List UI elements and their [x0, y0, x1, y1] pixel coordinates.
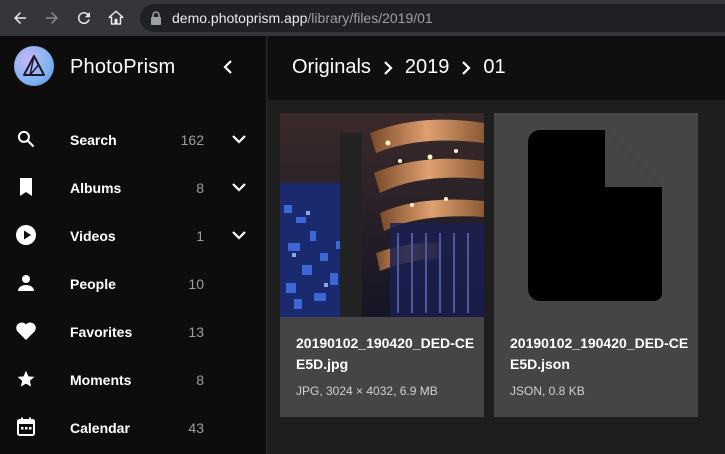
chevron-right-icon [383, 60, 393, 75]
file-meta: JPG, 3024 × 4032, 6.9 MB [296, 384, 438, 398]
breadcrumb-item-originals[interactable]: Originals [292, 56, 371, 79]
sidebar-item-label: Search [70, 132, 117, 148]
breadcrumb: Originals 2019 01 [292, 56, 506, 79]
url-text: demo.photoprism.app/library/files/2019/0… [172, 10, 433, 26]
sidebar-item-videos[interactable]: Videos 1 [0, 212, 267, 260]
sidebar-item-favorites[interactable]: Favorites 13 [0, 308, 267, 356]
file-name: 20190102_190420_DED-CEE5D.json [510, 335, 689, 372]
search-icon [15, 128, 37, 150]
reload-icon[interactable] [72, 6, 96, 30]
forward-arrow-icon[interactable] [40, 6, 64, 30]
browser-toolbar: demo.photoprism.app/library/files/2019/0… [0, 0, 725, 36]
back-arrow-icon[interactable] [8, 6, 32, 30]
toolbar: Originals 2019 01 [268, 36, 725, 100]
brand-name: PhotoPrism [70, 56, 176, 78]
file-card[interactable]: 20190102_190420_DED-CEE5D.jpg JPG, 3024 … [280, 113, 484, 417]
photoprism-logo-icon[interactable] [14, 46, 54, 86]
star-icon [15, 368, 37, 390]
chevron-right-icon [461, 60, 471, 75]
file-name: 20190102_190420_DED-CEE5D.jpg [296, 335, 475, 372]
sidebar-item-count: 8 [196, 372, 204, 388]
sidebar-item-count: 10 [188, 276, 204, 292]
file-thumbnail[interactable] [494, 113, 698, 317]
sidebar-item-albums[interactable]: Albums 8 [0, 164, 267, 212]
address-bar[interactable]: demo.photoprism.app/library/files/2019/0… [140, 4, 725, 32]
sidebar-item-label: Calendar [70, 420, 130, 436]
breadcrumb-item-year[interactable]: 2019 [405, 56, 450, 79]
sidebar: PhotoPrism Search 162 Albums 8 Videos 1 … [0, 36, 267, 454]
sidebar-item-moments[interactable]: Moments 8 [0, 356, 267, 404]
chevron-down-icon[interactable] [230, 178, 248, 196]
file-grid: 20190102_190420_DED-CEE5D.jpg JPG, 3024 … [268, 100, 725, 454]
play-circle-icon [15, 224, 37, 246]
lock-icon [150, 11, 162, 30]
sidebar-item-count: 43 [188, 420, 204, 436]
sidebar-item-people[interactable]: People 10 [0, 260, 267, 308]
sidebar-item-count: 13 [188, 324, 204, 340]
sidebar-item-count: 162 [180, 132, 204, 148]
chevron-down-icon[interactable] [230, 226, 248, 244]
chevron-down-icon[interactable] [230, 130, 248, 148]
chevron-left-icon[interactable] [218, 56, 238, 78]
heart-icon [15, 320, 37, 342]
sidebar-item-count: 1 [196, 228, 204, 244]
sidebar-item-search[interactable]: Search 162 [0, 116, 267, 164]
breadcrumb-item-month: 01 [483, 56, 506, 78]
file-card[interactable]: 20190102_190420_DED-CEE5D.json JSON, 0.8… [494, 113, 698, 417]
home-icon[interactable] [104, 6, 128, 30]
file-thumbnail[interactable] [280, 113, 484, 317]
sidebar-item-calendar[interactable]: Calendar 43 [0, 404, 267, 452]
sidebar-item-label: People [70, 276, 116, 292]
sidebar-item-count: 8 [196, 180, 204, 196]
person-icon [15, 272, 37, 294]
brand-header: PhotoPrism [0, 36, 267, 100]
sidebar-item-label: Videos [70, 228, 116, 244]
sidebar-item-label: Albums [70, 180, 122, 196]
file-icon [528, 130, 662, 301]
bookmark-icon [15, 176, 37, 198]
file-meta: JSON, 0.8 KB [510, 384, 585, 398]
sidebar-item-label: Favorites [70, 324, 133, 340]
calendar-icon [15, 416, 37, 438]
sidebar-item-label: Moments [70, 372, 132, 388]
